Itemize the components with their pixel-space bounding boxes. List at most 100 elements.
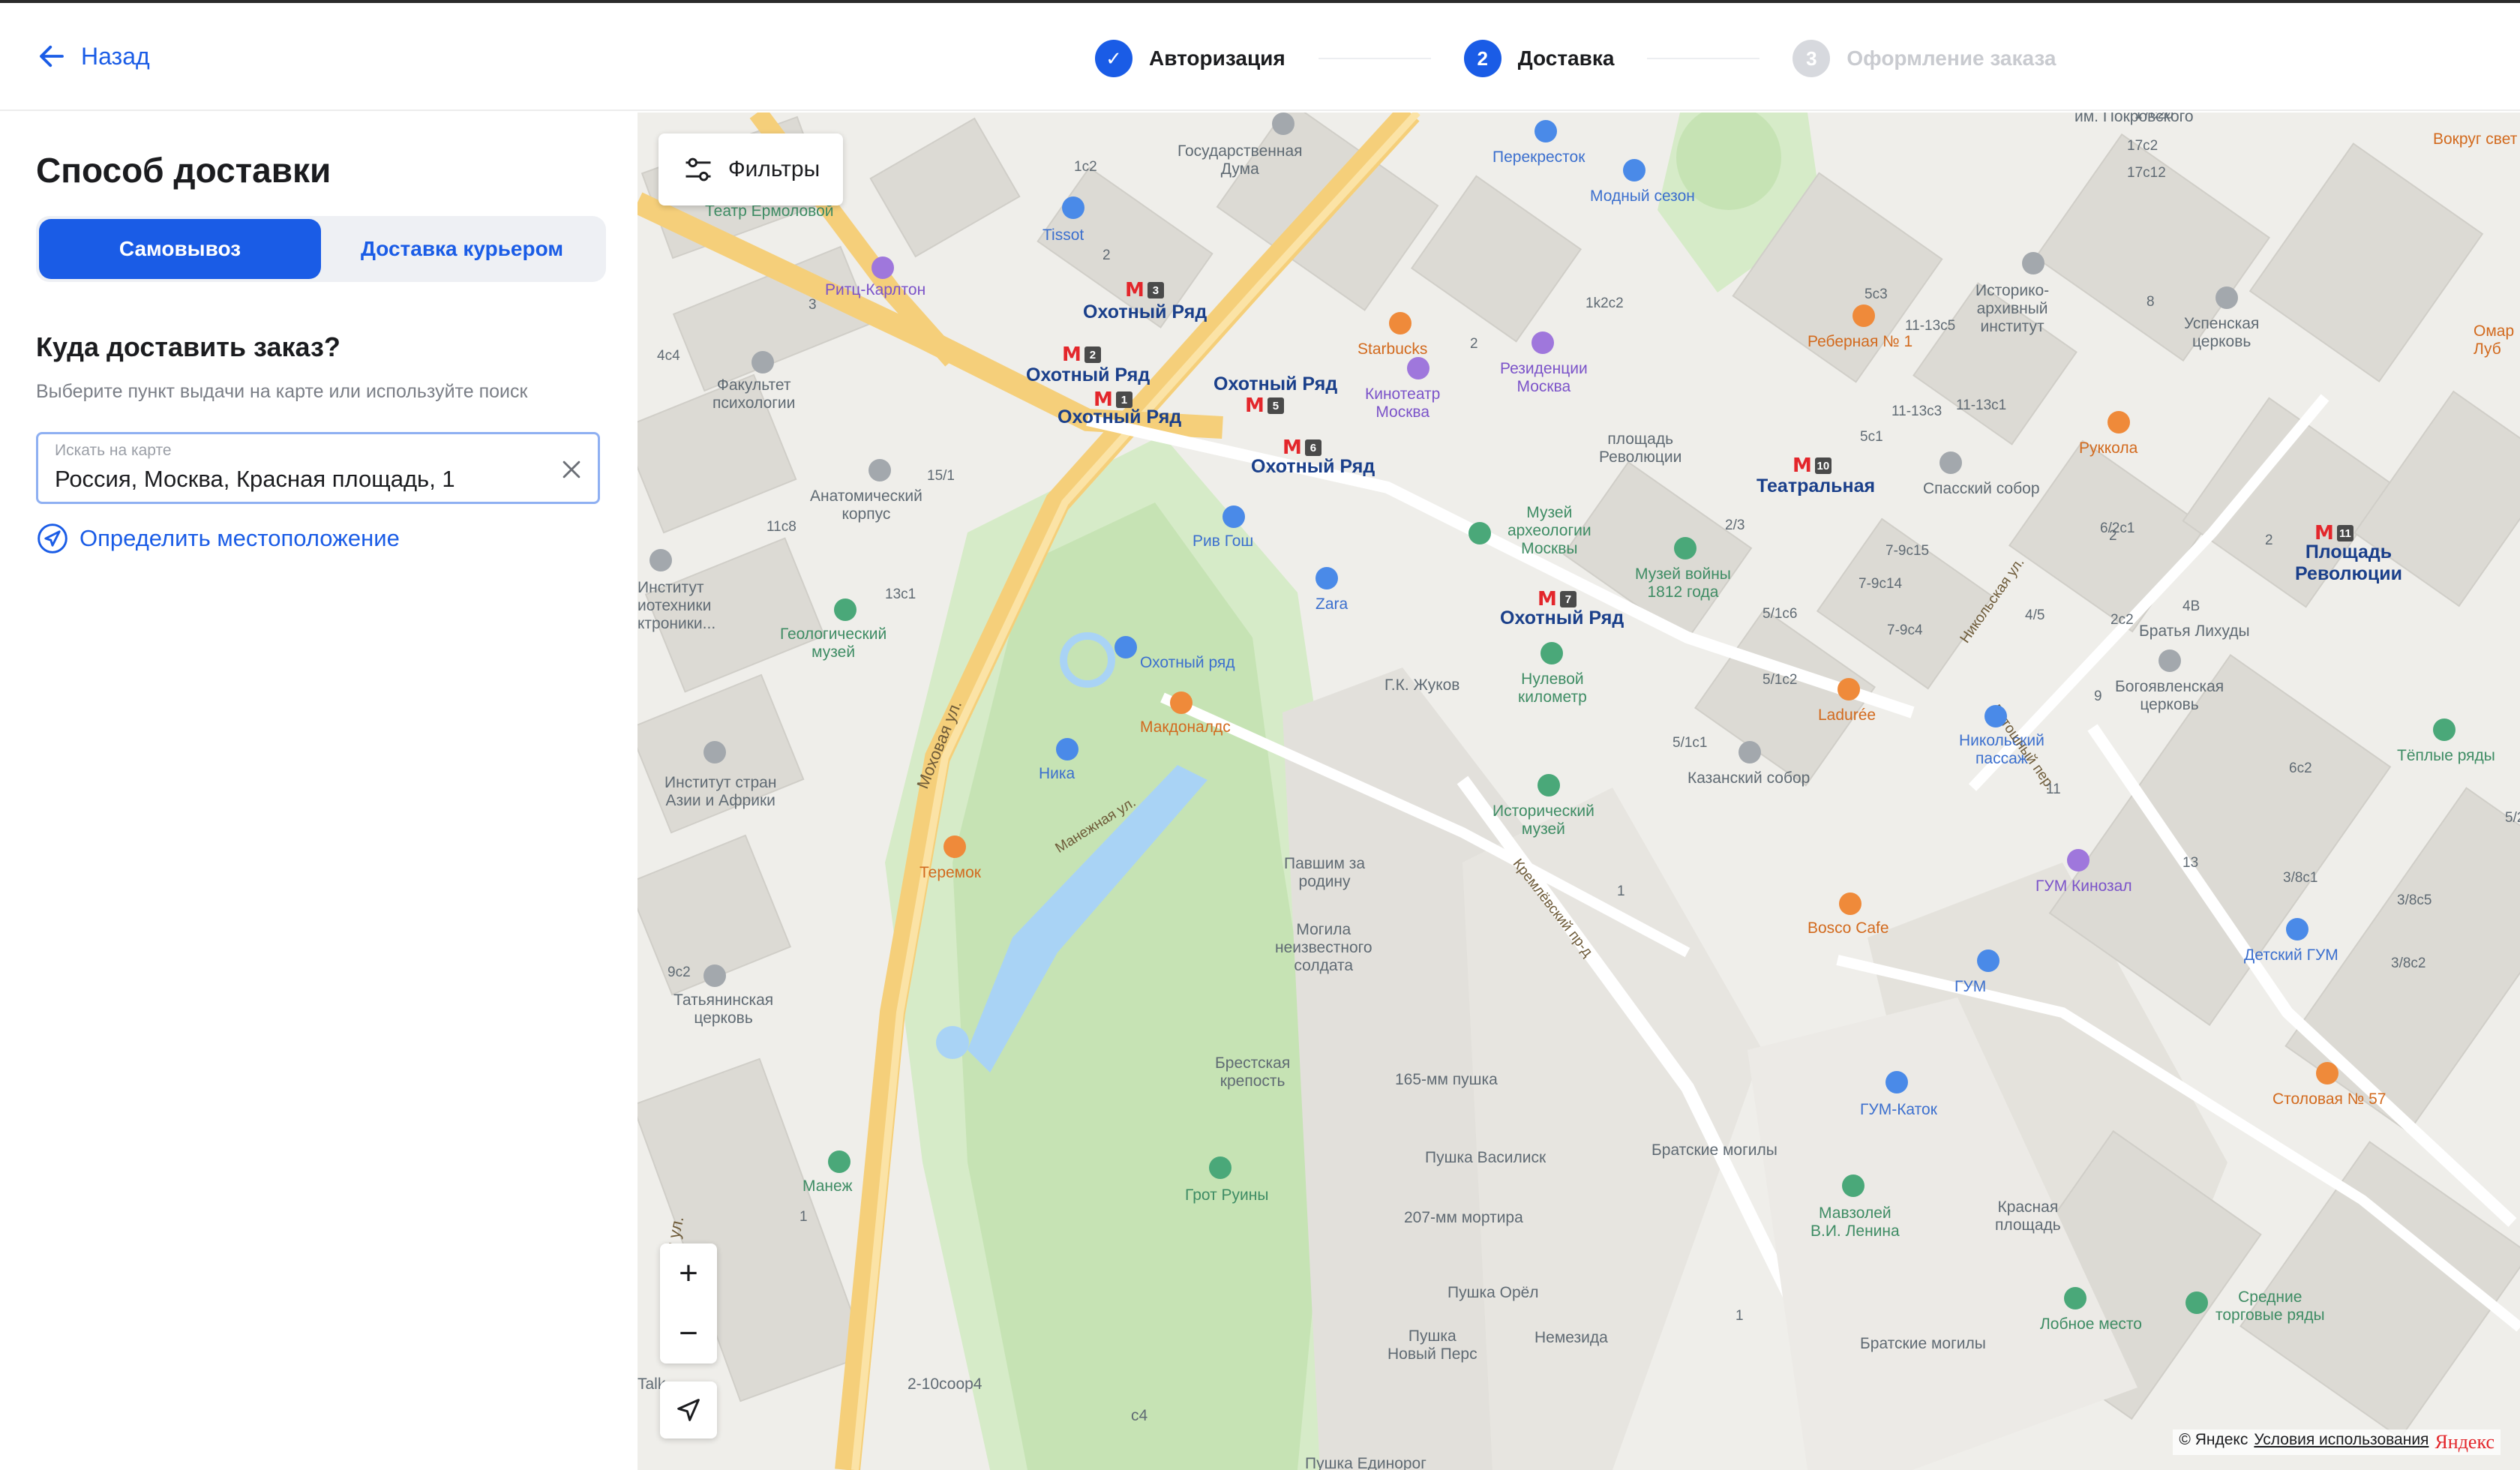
map-label: Ника xyxy=(1039,765,1076,782)
filters-button[interactable]: Фильтры xyxy=(658,134,843,206)
courier-option[interactable]: Доставка курьером xyxy=(321,219,603,279)
terms-link[interactable]: Условия использования xyxy=(2254,1431,2428,1454)
monument-icon[interactable] xyxy=(2186,1292,2208,1314)
house-number: 13c1 xyxy=(885,586,916,602)
metro-icon[interactable]: M 10 xyxy=(1792,454,1832,477)
house-number: 11-13c3 xyxy=(1892,404,1942,419)
church-icon[interactable] xyxy=(2158,650,2181,672)
yandex-logo: Яндекс xyxy=(2434,1431,2494,1453)
cinema-icon[interactable] xyxy=(1407,357,1430,380)
residence-icon[interactable] xyxy=(1532,332,1554,354)
step-label: Авторизация xyxy=(1149,46,1286,70)
monument-icon[interactable] xyxy=(1842,1174,1864,1197)
house-number: 2c2 xyxy=(2110,612,2134,628)
back-button[interactable]: Назад xyxy=(36,40,150,72)
monument-icon[interactable] xyxy=(1540,642,1563,664)
monument-icon[interactable] xyxy=(1209,1156,1232,1179)
church-icon[interactable] xyxy=(2216,286,2238,309)
church-icon[interactable] xyxy=(1738,741,1761,764)
step-divider xyxy=(1647,58,1760,59)
cafe-icon[interactable] xyxy=(1838,678,1860,700)
metro-icon[interactable]: M3 xyxy=(1125,279,1164,302)
pickup-option[interactable]: Самовывоз xyxy=(39,219,321,279)
university-icon[interactable] xyxy=(650,549,672,572)
university-icon[interactable] xyxy=(704,741,726,764)
clear-icon[interactable] xyxy=(559,457,584,482)
metro-label: Охотный Ряд xyxy=(1500,608,1624,628)
map-copyright: © Яндекс Условия использования Яндекс xyxy=(2173,1430,2500,1455)
map-label: Анатомический корпус xyxy=(810,488,922,524)
monument-icon[interactable] xyxy=(2064,1287,2086,1310)
metro-label: Театральная xyxy=(1756,476,1876,496)
shop-icon[interactable] xyxy=(1984,705,2007,728)
map-label: ГУМ Кинозал xyxy=(2036,878,2132,895)
shop-icon[interactable] xyxy=(1056,738,1078,760)
cafe-icon[interactable] xyxy=(2316,1062,2338,1084)
map-label: Руккола xyxy=(2079,440,2138,457)
filters-label: Фильтры xyxy=(728,157,820,182)
house-number: 11c8 xyxy=(766,519,796,535)
church-icon[interactable] xyxy=(704,964,726,987)
shop-icon[interactable] xyxy=(2286,918,2308,940)
museum-icon[interactable] xyxy=(834,598,856,621)
map-label: Пушка Новый Перс xyxy=(1388,1328,1478,1364)
map-label: Кинотеатр Москва xyxy=(1365,386,1441,422)
shop-icon[interactable] xyxy=(1977,950,2000,972)
map-label: Институт стран Азии и Африки xyxy=(664,774,777,810)
restaurant-icon[interactable] xyxy=(1170,692,1192,714)
map-label: Музей археологии Москвы xyxy=(1508,504,1592,558)
university-icon[interactable] xyxy=(868,459,891,482)
cinema-icon[interactable] xyxy=(2067,849,2090,872)
house-number: 11-13c1 xyxy=(1956,398,2007,413)
house-number: 2 xyxy=(2109,528,2117,544)
shop-icon[interactable] xyxy=(1222,506,1245,528)
church-icon[interactable] xyxy=(1940,452,1962,474)
house-number: 2 xyxy=(1470,336,1478,352)
map-label: Bosco Cafe xyxy=(1808,920,1889,937)
shop-icon[interactable] xyxy=(1623,159,1646,182)
museum-icon[interactable] xyxy=(1468,522,1491,544)
delivery-sidebar: Способ доставки Самовывоз Доставка курье… xyxy=(0,112,638,1470)
restaurant-icon[interactable] xyxy=(1839,892,1862,915)
map-label: Модный сезон xyxy=(1590,188,1695,205)
zoom-in-button[interactable]: + xyxy=(660,1244,717,1303)
skating-icon[interactable] xyxy=(1886,1071,1908,1094)
restaurant-icon[interactable] xyxy=(2108,411,2130,434)
step-checkout: 3 Оформление заказа xyxy=(1792,40,2056,77)
museum-icon[interactable] xyxy=(1538,774,1560,796)
map-search-input[interactable] xyxy=(55,466,535,493)
house-number: 1 xyxy=(1736,1308,1744,1324)
zoom-out-button[interactable]: − xyxy=(660,1304,717,1363)
map-label: Павшим за родину xyxy=(1284,855,1366,891)
hotel-icon[interactable] xyxy=(872,256,894,279)
copyright-text: © Яндекс xyxy=(2179,1431,2248,1448)
landmark-icon[interactable] xyxy=(1272,112,1294,135)
monument-icon[interactable] xyxy=(2433,718,2456,741)
shop-icon[interactable] xyxy=(1534,120,1557,142)
shop-icon[interactable] xyxy=(1062,196,1084,219)
mall-icon[interactable] xyxy=(1114,636,1137,658)
university-icon[interactable] xyxy=(752,351,774,374)
step-delivery: 2 Доставка xyxy=(1463,40,1614,77)
top-bar: Назад ✓ Авторизация 2 Доставка 3 Оформле… xyxy=(0,0,2520,111)
shop-icon[interactable] xyxy=(1316,567,1338,590)
section-hint: Выберите пункт выдачи на карте или испол… xyxy=(36,381,528,402)
cafe-icon[interactable] xyxy=(1389,312,1412,334)
museum-icon[interactable] xyxy=(1674,537,1696,560)
my-location-button[interactable] xyxy=(660,1382,717,1438)
geolocate-label: Определить местоположение xyxy=(80,525,400,551)
map-area[interactable]: Государственная Дума Театр Ермоловой Tiss… xyxy=(638,112,2520,1470)
house-number: 1 xyxy=(800,1209,808,1225)
metro-icon[interactable]: M2 xyxy=(1062,344,1101,366)
metro-icon[interactable]: M5 xyxy=(1245,394,1284,417)
restaurant-icon[interactable] xyxy=(1852,304,1875,327)
restaurant-icon[interactable] xyxy=(944,836,966,858)
museum-icon[interactable] xyxy=(828,1150,850,1173)
geolocate-button[interactable]: Определить местоположение xyxy=(36,522,400,555)
sliders-icon xyxy=(686,158,711,182)
map-label: Брестская крепость xyxy=(1215,1054,1291,1090)
house-number: 7-9c15 xyxy=(1886,543,1930,559)
house-number: 17c12 xyxy=(2127,165,2166,181)
house-number: 5/1c6 xyxy=(1762,606,1798,622)
university-icon[interactable] xyxy=(2022,252,2044,274)
